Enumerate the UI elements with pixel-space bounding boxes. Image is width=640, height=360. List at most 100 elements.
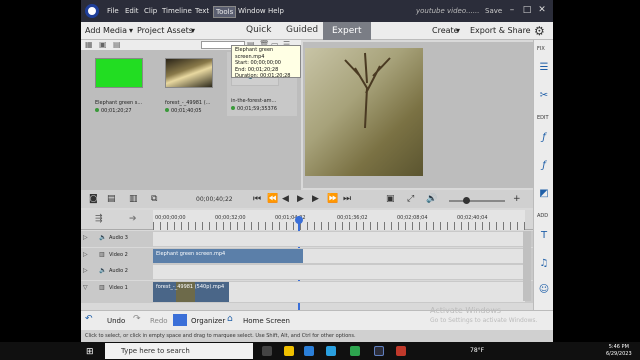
effects-icon[interactable]: ƒ (538, 132, 550, 144)
ruler-tick: 00;00;32;00 (215, 215, 246, 221)
menu-timeline[interactable]: Timeline (162, 7, 192, 15)
frame-back-icon[interactable]: ◀ (282, 194, 289, 204)
timeline-settings-icon[interactable]: ⇶ (95, 214, 103, 224)
clip-elephant[interactable]: Elephant green screen.mp4 (153, 249, 303, 263)
task-view-icon[interactable] (262, 346, 272, 356)
track-lane[interactable] (153, 232, 525, 246)
fullscreen-icon[interactable]: ⤢ (407, 194, 414, 204)
undo-button[interactable]: Undo (107, 317, 125, 325)
tab-guided[interactable]: Guided (286, 25, 318, 35)
current-timecode: 00;00;40;22 (196, 196, 233, 203)
system-clock[interactable]: 5:46 PM 6/29/2023 (606, 344, 632, 358)
asset-item[interactable]: forest_-_49981 (... 00;01;40;05 (161, 54, 225, 114)
track-lane[interactable] (153, 265, 525, 279)
play-icon[interactable]: ▶ (297, 194, 304, 204)
window-title: youtube video...... (416, 7, 480, 15)
speaker-icon[interactable]: 🔈 (99, 267, 106, 274)
film-icon[interactable]: ▥ (99, 284, 105, 291)
windows-start-icon[interactable]: ⊞ (86, 347, 94, 357)
volume-knob[interactable] (463, 197, 470, 204)
create-dropdown-icon[interactable]: ▾ (456, 26, 460, 35)
media-filter-icon[interactable]: ▤ (113, 40, 121, 49)
status-bar: Click to select, or click in empty space… (81, 330, 553, 342)
close-icon[interactable]: ✕ (537, 5, 547, 15)
undo-icon[interactable]: ↶ (85, 314, 93, 324)
organizer-button[interactable]: Organizer (191, 317, 225, 325)
maximize-icon[interactable]: □ (522, 5, 532, 15)
camera-icon[interactable]: ◙ (89, 194, 98, 204)
premiere-elements-taskbar-icon[interactable] (374, 346, 384, 356)
graphics-icon[interactable]: ☺ (538, 284, 550, 296)
clip-forest[interactable]: forest_-_49981 (540p).mp4 (153, 282, 229, 302)
titles-icon[interactable]: T (538, 230, 550, 242)
menu-edit[interactable]: Edit (125, 7, 139, 15)
clip-icon[interactable]: ▤ (107, 194, 116, 204)
track-lane[interactable]: Elephant green screen.mp4 (153, 249, 525, 263)
weather-readout[interactable]: 78°F (470, 347, 484, 354)
add-media-dropdown-icon[interactable]: ▾ (129, 26, 133, 35)
go-to-start-icon[interactable]: ⏮ (253, 194, 261, 204)
asset-duration: 00;01;40;05 (165, 108, 202, 114)
zoom-in-icon[interactable]: + (513, 194, 521, 204)
go-to-end-icon[interactable]: ⏭ (343, 194, 351, 204)
edge-icon[interactable] (304, 346, 314, 356)
tools-icon[interactable]: ✂ (538, 90, 550, 102)
organizer-icon[interactable] (173, 314, 187, 326)
tab-quick[interactable]: Quick (246, 25, 271, 35)
redo-icon[interactable]: ↷ (133, 314, 141, 324)
asset-item[interactable]: Elephant green s... 00;01;20;27 (91, 54, 155, 114)
menu-text[interactable]: Text (195, 7, 209, 15)
save-button[interactable]: Save (485, 7, 502, 15)
redo-button[interactable]: Redo (150, 317, 168, 325)
menu-help[interactable]: Help (268, 7, 284, 15)
home-screen-button[interactable]: Home Screen (243, 317, 290, 325)
track-name: Audio 3 (109, 235, 128, 241)
music-icon[interactable]: ♫ (538, 258, 550, 270)
menu-file[interactable]: File (107, 7, 119, 15)
recorder-icon[interactable] (396, 346, 406, 356)
home-icon[interactable]: ⌂ (227, 314, 233, 324)
expand-track-icon[interactable]: ▷ (83, 234, 88, 241)
render-icon[interactable]: ▣ (386, 194, 395, 204)
transitions-icon[interactable]: ◩ (538, 188, 550, 200)
step-forward-icon[interactable]: ⏩ (327, 194, 338, 204)
create-button[interactable]: Create (432, 26, 459, 35)
minimize-icon[interactable]: – (507, 5, 517, 15)
film-icon[interactable]: ▥ (99, 251, 105, 258)
trash-icon[interactable]: ▥ (129, 194, 138, 204)
mute-icon[interactable]: 🔊 (426, 194, 437, 204)
add-media-button[interactable]: Add Media (85, 26, 127, 35)
track-lane[interactable]: forest_-_49981 (540p).mp4 (153, 282, 525, 302)
forward-arrow-icon[interactable]: ➔ (129, 214, 137, 224)
watermark-sub: Go to Settings to activate Windows. (430, 317, 538, 324)
tab-expert[interactable]: Expert (323, 22, 371, 40)
applied-effects-icon[interactable]: ƒ (538, 160, 550, 172)
grid-view-icon[interactable]: ▦ (85, 40, 93, 49)
time-ruler[interactable]: 00;00;00;00 00;00;32;00 00;01;04;02 00;0… (153, 210, 525, 336)
taskbar-search-input[interactable]: Type here to search (105, 343, 253, 359)
menu-clip[interactable]: Clip (144, 7, 157, 15)
windows-taskbar: ⊞ 78°F 5:46 PM 6/29/2023 (0, 342, 640, 360)
image-view-icon[interactable]: ▣ (99, 40, 107, 49)
store-icon[interactable] (326, 346, 336, 356)
project-assets-button[interactable]: Project Assets (137, 26, 193, 35)
volume-slider[interactable] (449, 197, 505, 204)
export-share-button[interactable]: Export & Share (470, 26, 531, 35)
adjust-icon[interactable]: ☰ (538, 62, 550, 74)
menu-window[interactable]: Window (238, 7, 266, 15)
layers-icon[interactable]: ⧉ (151, 194, 157, 204)
gear-icon[interactable]: ⚙ (534, 24, 545, 38)
preview-video-frame[interactable] (305, 48, 423, 176)
menu-tools[interactable]: Tools (213, 6, 237, 18)
project-assets-dropdown-icon[interactable]: ▾ (191, 26, 195, 35)
speaker-icon[interactable]: 🔈 (99, 234, 106, 241)
timeline-scrollbar[interactable] (523, 231, 531, 301)
frame-forward-icon[interactable]: ▶ (312, 194, 319, 204)
expand-track-icon[interactable]: ▷ (83, 267, 88, 274)
expand-track-icon[interactable]: ▷ (83, 251, 88, 258)
collapse-track-icon[interactable]: ▽ (83, 284, 88, 291)
timeline-header: ⇶ ➔ 00;00;00;00 00;00;32;00 00;01;04;02 … (81, 210, 553, 336)
app-icon[interactable] (350, 346, 360, 356)
file-explorer-icon[interactable] (284, 346, 294, 356)
step-back-icon[interactable]: ⏪ (267, 194, 278, 204)
